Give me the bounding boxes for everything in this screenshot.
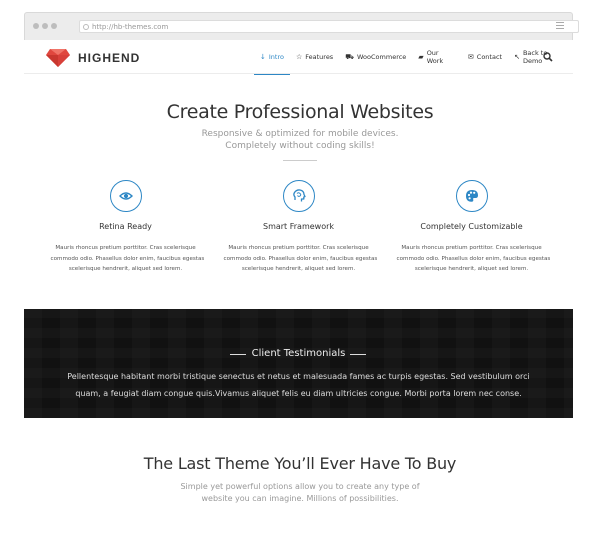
hero-subtitle-line: Responsive & optimized for mobile device… bbox=[201, 129, 399, 139]
envelope-icon: ✉ bbox=[467, 52, 474, 61]
address-bar-url: http://hb-themes.com bbox=[92, 23, 169, 31]
hero-subtitle: Responsive & optimized for mobile device… bbox=[0, 128, 600, 152]
hero-title: Create Professional Websites bbox=[166, 101, 434, 123]
logo-text: HIGHEND bbox=[78, 51, 141, 65]
globe-icon bbox=[83, 24, 89, 30]
window-dot-icon[interactable] bbox=[51, 23, 57, 29]
nav-item-label: WooCommerce bbox=[357, 53, 407, 61]
browser-chrome: http://hb-themes.com bbox=[24, 12, 579, 40]
site-logo[interactable]: HIGHEND bbox=[46, 49, 140, 67]
briefcase-icon: ▰ bbox=[418, 52, 424, 61]
testimonial-quote: Pellentesque habitant morbi tristique se… bbox=[24, 368, 573, 402]
testimonials-heading: Client Testimonials bbox=[251, 348, 346, 359]
eye-icon bbox=[118, 192, 133, 200]
feature-icon-circle bbox=[455, 180, 488, 212]
nav-item-contact[interactable]: ✉ Contact bbox=[462, 40, 508, 74]
feature-description: Mauris rhoncus pretium porttitor. Cras s… bbox=[223, 243, 378, 275]
feature-description: Mauris rhoncus pretium porttitor. Cras s… bbox=[50, 243, 205, 275]
feature-description-line: scelerisque hendrerit, aliquet sed lorem… bbox=[241, 266, 356, 272]
testimonial-quote-line: Pellentesque habitant morbi tristique se… bbox=[67, 372, 530, 381]
feature-description-line: Mauris rhoncus pretium porttitor. Cras s… bbox=[401, 245, 542, 251]
brain-icon bbox=[292, 189, 306, 202]
nav-item-intro[interactable]: ↓ Intro bbox=[254, 40, 290, 75]
divider bbox=[283, 160, 317, 161]
nav-item-label: Our Work bbox=[426, 49, 444, 65]
features-section: Retina Ready Mauris rhoncus pretium port… bbox=[24, 180, 573, 290]
ruby-logo-icon bbox=[46, 49, 70, 67]
feature-smart-framework: Smart Framework Mauris rhoncus pretium p… bbox=[207, 180, 390, 275]
search-icon[interactable] bbox=[543, 52, 553, 62]
nav-item-woocommerce[interactable]: ⛟ WooCommerce bbox=[339, 40, 412, 74]
browser-menu-icon[interactable] bbox=[556, 22, 564, 31]
feature-description-line: commodo odio. Phasellus dolor enim, fauc… bbox=[223, 255, 378, 262]
section-subtitle-line: website you can imagine. Millions of pos… bbox=[201, 494, 399, 503]
nav-item-our-work[interactable]: ▰ Our Work bbox=[412, 40, 462, 74]
feature-description: Mauris rhoncus pretium porttitor. Cras s… bbox=[396, 243, 551, 275]
feature-description-line: Mauris rhoncus pretium porttitor. Cras s… bbox=[228, 245, 369, 251]
feature-description-line: Mauris rhoncus pretium porttitor. Cras s… bbox=[55, 245, 196, 251]
testimonial-quote-line: quam, a feugiat diam congue quis.Vivamus… bbox=[75, 389, 522, 398]
feature-title: Completely Customizable bbox=[420, 222, 523, 231]
hero-subtitle-line: Completely without coding skills! bbox=[225, 141, 375, 151]
window-dot-icon[interactable] bbox=[42, 23, 48, 29]
arrow-down-icon: ↓ bbox=[260, 52, 266, 61]
feature-description-line: commodo odio. Phasellus dolor enim, fauc… bbox=[50, 255, 205, 262]
star-icon: ☆ bbox=[295, 52, 303, 61]
nav-item-label: Intro bbox=[268, 53, 284, 61]
nav-item-features[interactable]: ☆ Features bbox=[290, 40, 339, 74]
nav-item-label: Features bbox=[305, 53, 334, 61]
testimonials-section: Client Testimonials Pellentesque habitan… bbox=[24, 309, 573, 418]
palette-icon bbox=[465, 190, 478, 202]
feature-icon-circle bbox=[282, 180, 315, 212]
cursor-icon: ↖ bbox=[514, 52, 520, 61]
feature-customizable: Completely Customizable Mauris rhoncus p… bbox=[380, 180, 563, 275]
feature-description-line: scelerisque hendrerit, aliquet sed lorem… bbox=[68, 266, 183, 272]
section-subtitle: Simple yet powerful options allow you to… bbox=[0, 481, 600, 505]
feature-icon-circle bbox=[109, 180, 142, 212]
feature-retina: Retina Ready Mauris rhoncus pretium port… bbox=[34, 180, 217, 275]
section-title: The Last Theme You’ll Ever Have To Buy bbox=[143, 454, 457, 473]
main-nav: ↓ Intro ☆ Features ⛟ WooCommerce ▰ Our Work ✉ Con… bbox=[254, 40, 573, 75]
section-subtitle-line: Simple yet powerful options allow you to… bbox=[180, 482, 420, 491]
nav-item-label: Contact bbox=[476, 53, 503, 61]
feature-description-line: commodo odio. Phasellus dolor enim, fauc… bbox=[396, 255, 551, 262]
site-header: HIGHEND ↓ Intro ☆ Features ⛟ WooCommerce ▰ Our … bbox=[24, 40, 573, 75]
address-bar[interactable]: http://hb-themes.com bbox=[79, 20, 579, 33]
window-controls bbox=[33, 23, 57, 29]
feature-description-line: scelerisque hendrerit, aliquet sed lorem… bbox=[414, 266, 529, 272]
cart-icon: ⛟ bbox=[345, 52, 355, 61]
feature-title: Smart Framework bbox=[262, 222, 335, 231]
window-dot-icon[interactable] bbox=[33, 23, 39, 29]
heading-rule bbox=[350, 354, 366, 355]
nav-item-back-to-demo[interactable]: ↖ Back to Demo bbox=[508, 40, 573, 74]
feature-title: Retina Ready bbox=[99, 222, 152, 231]
